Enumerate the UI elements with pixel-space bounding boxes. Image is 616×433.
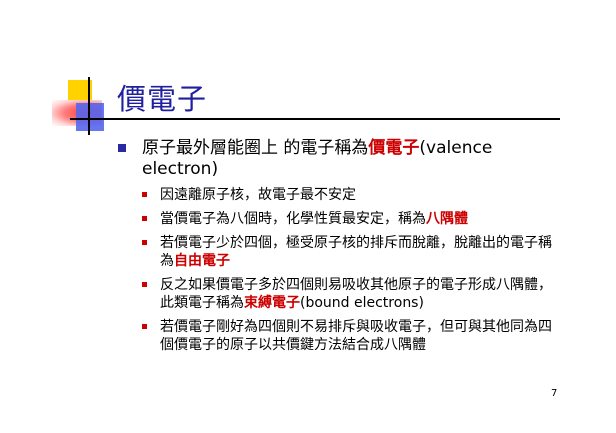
main-bullet-text: 原子最外層能圈上 的電子稱為 xyxy=(142,138,369,158)
sub-bullet-text: 當價電子為八個時，化學性質最安定，稱為 xyxy=(160,211,426,227)
decor-blue-square xyxy=(76,103,104,131)
sub-bullet-5: 若價電子剛好為四個則不易排斥與吸收電子，但可與其他同為四個價電子的原子以共價鍵方… xyxy=(142,318,558,354)
decor-vertical-line xyxy=(88,77,90,135)
sub-bullet-2: 當價電子為八個時，化學性質最安定，稱為八隅體 xyxy=(142,210,558,228)
sub-bullet-text: 因遠離原子核，故電子最不安定 xyxy=(160,187,356,203)
title-underline xyxy=(70,118,560,120)
main-bullet: 原子最外層能圈上 的電子稱為價電子(valence electron) xyxy=(118,138,558,180)
sub-bullet-emphasis: 束縛電子 xyxy=(244,295,300,311)
page-number: 7 xyxy=(551,388,558,399)
slide-content: 原子最外層能圈上 的電子稱為價電子(valence electron) 因遠離原… xyxy=(118,138,558,360)
main-bullet-emphasis: 價電子 xyxy=(368,138,420,158)
sub-bullet-emphasis: 八隅體 xyxy=(426,211,468,227)
small-square-bullet-icon xyxy=(142,282,147,287)
sub-bullet-text: 若價電子剛好為四個則不易排斥與吸收電子，但可與其他同為四個價電子的原子以共價鍵方… xyxy=(160,319,552,353)
small-square-bullet-icon xyxy=(142,216,147,221)
sub-bullet-suffix: (bound electrons) xyxy=(300,295,424,311)
slide: 價電子 原子最外層能圈上 的電子稱為價電子(valence electron) … xyxy=(0,0,616,433)
slide-title: 價電子 xyxy=(117,82,208,116)
sub-bullet-1: 因遠離原子核，故電子最不安定 xyxy=(142,186,558,204)
small-square-bullet-icon xyxy=(142,192,147,197)
small-square-bullet-icon xyxy=(142,240,147,245)
sub-bullet-emphasis: 自由電子 xyxy=(174,253,230,269)
sub-bullet-3: 若價電子少於四個，極受原子核的排斥而脫離，脫離出的電子稱為自由電子 xyxy=(142,234,558,270)
sub-bullet-list: 因遠離原子核，故電子最不安定 當價電子為八個時，化學性質最安定，稱為八隅體 若價… xyxy=(142,186,558,354)
small-square-bullet-icon xyxy=(142,324,147,329)
sub-bullet-4: 反之如果價電子多於四個則易吸收其他原子的電子形成八隅體，此類電子稱為束縛電子(b… xyxy=(142,276,558,312)
square-bullet-icon xyxy=(118,144,126,152)
